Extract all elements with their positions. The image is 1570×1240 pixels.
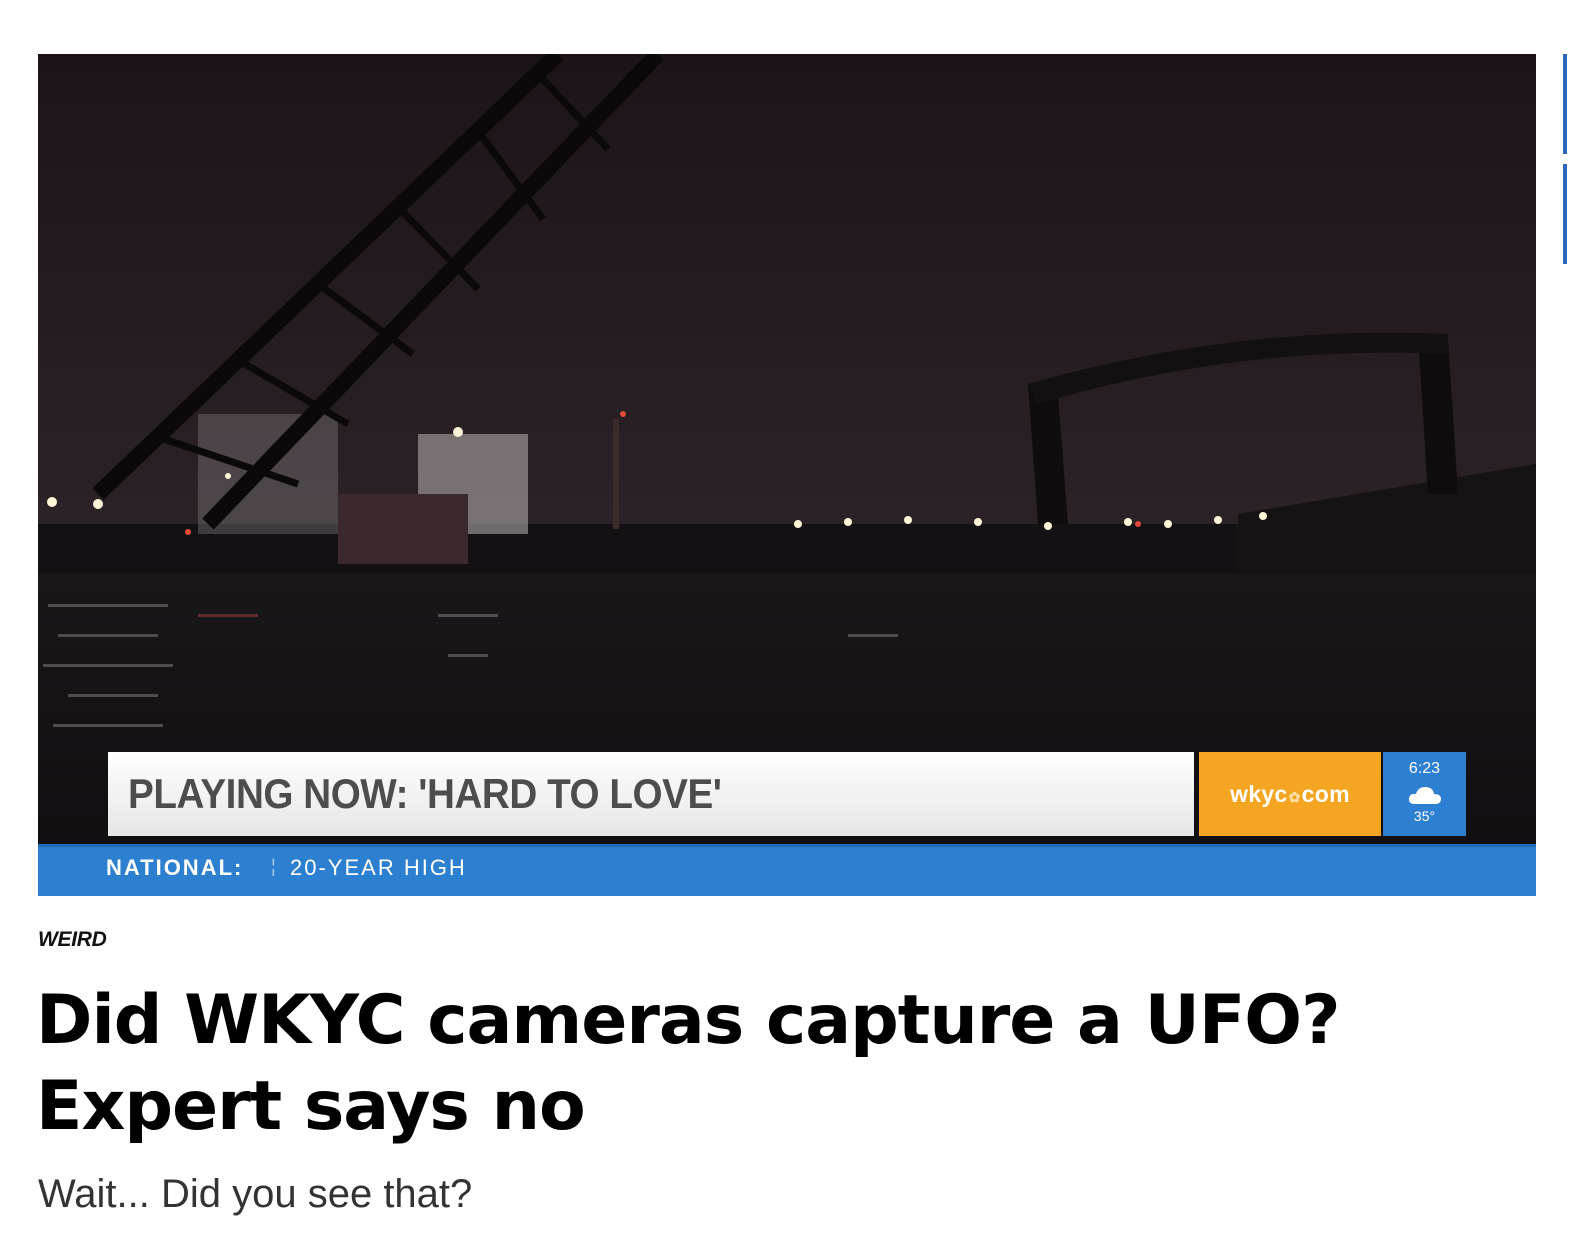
brand-prefix: wkyc [1230, 780, 1288, 807]
temperature: 35° [1413, 808, 1436, 824]
lower-third-banner: PLAYING NOW: 'HARD TO LOVE' [108, 752, 1194, 836]
clock-time: 6:23 [1408, 760, 1441, 777]
ticker-separator: ¦ [271, 856, 276, 876]
article-subtitle: Wait... Did you see that? [38, 1172, 473, 1216]
category-label[interactable]: WEIRD [38, 928, 107, 952]
video-player[interactable]: PLAYING NOW: 'HARD TO LOVE' wkyc✿com 6:2… [38, 54, 1536, 896]
side-panel-gap [1563, 154, 1567, 164]
station-logo: wkyc✿com [1230, 781, 1350, 808]
station-brand: wkyc✿com [1199, 752, 1381, 836]
cloud-icon [1408, 787, 1441, 804]
weather-widget: 6:23 35° [1383, 752, 1466, 836]
ticker-text: 20-YEAR HIGH [290, 855, 467, 880]
brand-suffix: com [1301, 780, 1350, 807]
news-ticker: NATIONAL: ¦ 20-YEAR HIGH [38, 844, 1536, 896]
now-playing-headline: PLAYING NOW: 'HARD TO LOVE' [128, 770, 722, 817]
ticker-label: NATIONAL: [106, 855, 244, 880]
article-title: Did WKYC cameras capture a UFO? Expert s… [36, 981, 1341, 1146]
peacock-icon: ✿ [1288, 788, 1301, 805]
